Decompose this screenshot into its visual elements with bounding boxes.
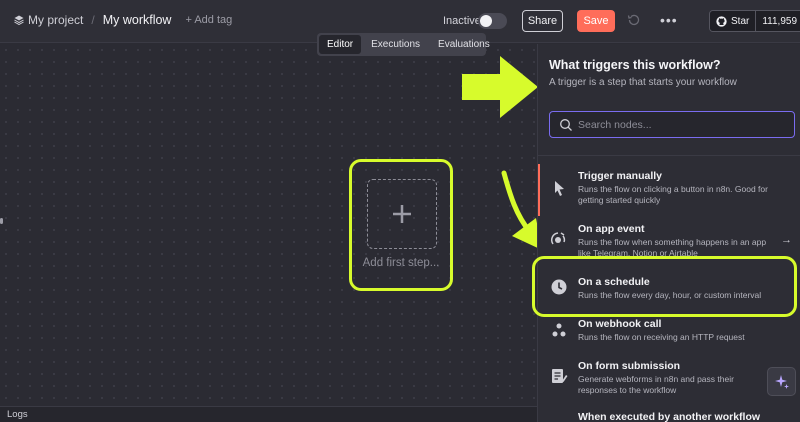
add-first-step-button[interactable] — [367, 179, 437, 249]
breadcrumb-separator: / — [91, 13, 95, 27]
webhook-icon — [552, 323, 566, 337]
trigger-item-app-event[interactable]: On app event Runs the flow when somethin… — [538, 219, 800, 257]
panel-title: What triggers this workflow? — [549, 58, 721, 72]
toggle-knob — [480, 15, 492, 27]
github-star-widget[interactable]: Star 111,959 — [709, 10, 800, 32]
tab-editor[interactable]: Editor — [319, 35, 362, 54]
trigger-item-title: Trigger manually — [578, 170, 663, 182]
trigger-item-title: On form submission — [578, 360, 681, 372]
trigger-item-title: When executed by another workflow — [578, 411, 761, 422]
trigger-item-manual[interactable]: Trigger manually Runs the flow on clicki… — [538, 166, 800, 216]
github-star-label: Star — [731, 15, 750, 27]
tab-evaluations[interactable]: Evaluations — [430, 35, 498, 54]
trigger-item-subworkflow[interactable]: When executed by another workflow — [538, 408, 800, 422]
workflow-name[interactable]: My workflow — [103, 13, 172, 27]
history-icon[interactable] — [627, 13, 641, 27]
annotation-arrow-right — [462, 56, 538, 118]
arrow-right-icon: → — [781, 234, 792, 246]
project-link[interactable]: My project — [14, 13, 83, 27]
trigger-item-title: On app event — [578, 223, 645, 235]
workflow-canvas[interactable] — [0, 44, 537, 422]
breadcrumb: My project / My workflow + Add tag — [14, 13, 232, 27]
logs-bar[interactable]: Logs — [0, 406, 537, 422]
trigger-item-title: On webhook call — [578, 318, 662, 330]
search-placeholder: Search nodes... — [578, 119, 652, 131]
add-first-step-label: Add first step... — [362, 257, 440, 269]
form-icon — [552, 369, 568, 383]
github-star-button[interactable]: Star — [710, 11, 757, 31]
sparkle-icon — [774, 374, 789, 389]
more-options-button[interactable]: ••• — [660, 12, 678, 28]
search-icon — [560, 119, 572, 131]
view-tabs: Editor Executions Evaluations — [317, 33, 490, 56]
trigger-item-desc: Generate webforms in n8n and pass their … — [578, 374, 734, 395]
github-star-count: 111,959 — [756, 11, 800, 31]
app-event-icon — [550, 232, 566, 245]
trigger-item-desc: Runs the flow when something happens in … — [578, 237, 767, 257]
trigger-item-form[interactable]: On form submission Generate webforms in … — [538, 356, 800, 404]
canvas-edge-handle — [0, 218, 3, 224]
pointer-icon — [555, 181, 564, 196]
layers-icon — [14, 15, 24, 25]
plus-icon — [393, 205, 411, 223]
ai-assistant-button[interactable] — [767, 367, 796, 396]
search-input[interactable]: Search nodes... — [549, 111, 795, 138]
trigger-item-desc: Runs the flow on receiving an HTTP reque… — [578, 332, 745, 342]
github-icon — [716, 15, 727, 27]
trigger-item-webhook[interactable]: On webhook call Runs the flow on receivi… — [538, 314, 800, 350]
active-toggle[interactable] — [478, 13, 507, 29]
project-name: My project — [28, 13, 84, 27]
logs-label: Logs — [7, 409, 28, 420]
tab-executions[interactable]: Executions — [363, 35, 428, 54]
save-button[interactable]: Save — [577, 10, 615, 32]
trigger-item-desc: Runs the flow on clicking a button in n8… — [578, 184, 768, 205]
status-label: Inactive — [443, 15, 481, 27]
share-button[interactable]: Share — [522, 10, 563, 32]
add-first-step-node[interactable]: Add first step... — [349, 159, 453, 291]
trigger-panel: What triggers this workflow? A trigger i… — [537, 44, 800, 422]
panel-subtitle: A trigger is a step that starts your wor… — [549, 77, 737, 88]
schedule-highlight — [532, 256, 797, 317]
panel-divider — [538, 155, 800, 156]
add-tag-button[interactable]: + Add tag — [185, 14, 232, 26]
